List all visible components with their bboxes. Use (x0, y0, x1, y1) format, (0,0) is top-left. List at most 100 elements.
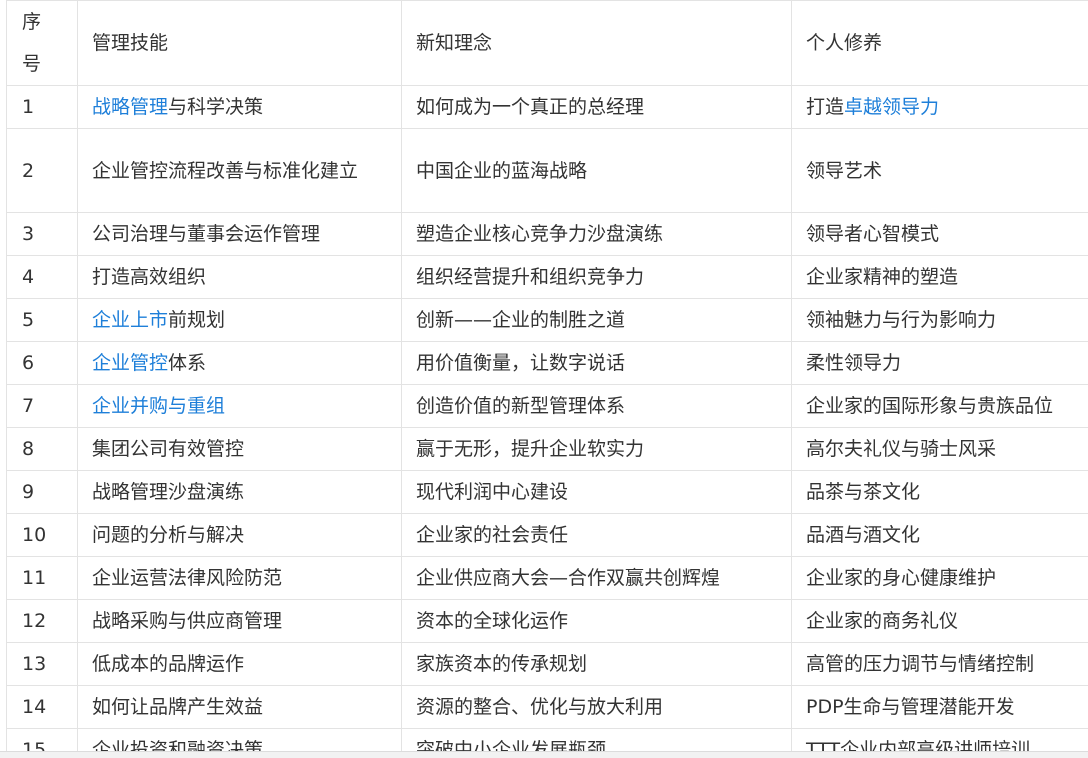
cell-text: 问题的分析与解决 (92, 524, 245, 546)
header-index-label: 序号 (22, 11, 42, 75)
row-index: 7 (6, 384, 78, 428)
table-row: 7 企业并购与重组 创造价值的新型管理体系 企业家的国际形象与贵族品位 (6, 384, 1088, 428)
keyword-link[interactable]: 卓越领导力 (844, 96, 939, 118)
management-skill-cell: 如何让品牌产生效益 (77, 685, 402, 729)
new-concept-cell: 用价值衡量，让数字说话 (401, 341, 792, 385)
row-index: 11 (6, 556, 78, 600)
cell-text: 品茶与茶文化 (806, 481, 921, 503)
management-skill-cell: 企业管控体系 (77, 341, 402, 385)
cell-text: 领导艺术 (806, 159, 883, 182)
cell-text: 打造 (806, 96, 845, 118)
cell-text: 体系 (168, 352, 207, 374)
cell-text: 领导者心智模式 (806, 223, 940, 245)
cell-text: 打造高效组织 (92, 266, 207, 288)
table-row: 10 问题的分析与解决 企业家的社会责任 品酒与酒文化 (6, 513, 1088, 557)
cell-text: 集团公司有效管控 (92, 438, 245, 460)
row-index: 2 (6, 128, 78, 213)
new-concept-cell: 企业家的社会责任 (401, 513, 792, 557)
row-index: 5 (6, 298, 78, 342)
management-skill-cell: 公司治理与董事会运作管理 (77, 212, 402, 256)
management-skill-cell: 战略管理沙盘演练 (77, 470, 402, 514)
management-skill-cell: 战略采购与供应商管理 (77, 599, 402, 643)
header-index: 序号 (6, 0, 78, 86)
row-index: 9 (6, 470, 78, 514)
keyword-link[interactable]: 企业上市 (92, 309, 168, 331)
new-concept-cell: 赢于无形，提升企业软实力 (401, 427, 792, 471)
scrollbar-strip (0, 751, 1088, 758)
row-index: 13 (6, 642, 78, 686)
page: 序号 管理技能 新知理念 个人修养 1 战略管理与科学决策 如何成为一个真正的总经理… (0, 0, 1088, 758)
personal-cultivation-cell: 品茶与茶文化 (791, 470, 1088, 514)
cell-text: 战略采购与供应商管理 (92, 610, 283, 632)
cell-text: 中国企业的蓝海战略 (416, 159, 588, 182)
keyword-link[interactable]: 企业并购与重组 (92, 395, 225, 417)
cell-text: 战略管理沙盘演练 (92, 481, 245, 503)
table-row: 13 低成本的品牌运作 家族资本的传承规划 高管的压力调节与情绪控制 (6, 642, 1088, 686)
new-concept-cell: 如何成为一个真正的总经理 (401, 85, 792, 129)
personal-cultivation-cell: 高管的压力调节与情绪控制 (791, 642, 1088, 686)
keyword-link[interactable]: 企业管控 (92, 352, 168, 374)
management-skill-cell: 打造高效组织 (77, 255, 402, 299)
table-row: 1 战略管理与科学决策 如何成为一个真正的总经理 打造卓越领导力 (6, 85, 1088, 129)
cell-text: 资源的整合、优化与放大利用 (416, 696, 664, 718)
row-index: 12 (6, 599, 78, 643)
management-skill-cell: 问题的分析与解决 (77, 513, 402, 557)
row-index: 1 (6, 85, 78, 129)
personal-cultivation-cell: 打造卓越领导力 (791, 85, 1088, 129)
cell-text: 企业供应商大会—合作双赢共创辉煌 (416, 567, 721, 589)
management-skill-cell: 集团公司有效管控 (77, 427, 402, 471)
table-row: 12 战略采购与供应商管理 资本的全球化运作 企业家的商务礼仪 (6, 599, 1088, 643)
table-row: 6 企业管控体系 用价值衡量，让数字说话 柔性领导力 (6, 341, 1088, 385)
personal-cultivation-cell: 高尔夫礼仪与骑士风采 (791, 427, 1088, 471)
row-index: 4 (6, 255, 78, 299)
header-new-concepts: 新知理念 (401, 0, 792, 86)
new-concept-cell: 塑造企业核心竞争力沙盘演练 (401, 212, 792, 256)
management-skill-cell: 企业并购与重组 (77, 384, 402, 428)
management-skill-cell: 企业运营法律风险防范 (77, 556, 402, 600)
cell-text: 低成本的品牌运作 (92, 653, 245, 675)
table-row: 2 企业管控流程改善与标准化建立 中国企业的蓝海战略 领导艺术 (6, 128, 1088, 213)
new-concept-cell: 企业供应商大会—合作双赢共创辉煌 (401, 556, 792, 600)
cell-text: 赢于无形，提升企业软实力 (416, 438, 645, 460)
new-concept-cell: 创新——企业的制胜之道 (401, 298, 792, 342)
cell-text: 品酒与酒文化 (806, 524, 921, 546)
cell-text: 领袖魅力与行为影响力 (806, 309, 997, 331)
row-index: 3 (6, 212, 78, 256)
header-management-skills: 管理技能 (77, 0, 402, 86)
cell-text: 企业家的社会责任 (416, 524, 569, 546)
new-concept-cell: 家族资本的传承规划 (401, 642, 792, 686)
cell-text: 企业家的商务礼仪 (806, 610, 959, 632)
keyword-link[interactable]: 战略管理 (92, 96, 168, 118)
management-skill-cell: 企业管控流程改善与标准化建立 (77, 128, 402, 213)
new-concept-cell: 创造价值的新型管理体系 (401, 384, 792, 428)
cell-text: 用价值衡量，让数字说话 (416, 352, 626, 374)
personal-cultivation-cell: 柔性领导力 (791, 341, 1088, 385)
personal-cultivation-cell: 企业家的国际形象与贵族品位 (791, 384, 1088, 428)
cell-text: 家族资本的传承规划 (416, 653, 588, 675)
cell-text: 如何让品牌产生效益 (92, 696, 264, 718)
cell-text: 柔性领导力 (806, 352, 902, 374)
cell-text: 前规划 (168, 309, 226, 331)
table-row: 14 如何让品牌产生效益 资源的整合、优化与放大利用 PDP生命与管理潜能开发 (6, 685, 1088, 729)
header-personal-cultivation: 个人修养 (791, 0, 1088, 86)
cell-text: 创造价值的新型管理体系 (416, 395, 626, 417)
management-skill-cell: 企业上市前规划 (77, 298, 402, 342)
management-skill-cell: 战略管理与科学决策 (77, 85, 402, 129)
table-body: 1 战略管理与科学决策 如何成为一个真正的总经理 打造卓越领导力 2 企业管控流程改善与标… (6, 85, 1088, 758)
management-skill-cell: 低成本的品牌运作 (77, 642, 402, 686)
cell-text: 企业管控流程改善与标准化建立 (92, 159, 359, 182)
cell-text: 高尔夫礼仪与骑士风采 (806, 438, 997, 460)
cell-text: 高管的压力调节与情绪控制 (806, 653, 1035, 675)
cell-text: 企业运营法律风险防范 (92, 567, 283, 589)
cell-text: 公司治理与董事会运作管理 (92, 223, 321, 245)
table-row: 8 集团公司有效管控 赢于无形，提升企业软实力 高尔夫礼仪与骑士风采 (6, 427, 1088, 471)
personal-cultivation-cell: 领袖魅力与行为影响力 (791, 298, 1088, 342)
cell-text: 企业家精神的塑造 (806, 266, 959, 288)
cell-text: 企业家的国际形象与贵族品位 (806, 395, 1054, 417)
table-row: 9 战略管理沙盘演练 现代利润中心建设 品茶与茶文化 (6, 470, 1088, 514)
cell-text: 与科学决策 (168, 96, 264, 118)
row-index: 10 (6, 513, 78, 557)
new-concept-cell: 资源的整合、优化与放大利用 (401, 685, 792, 729)
table-header-row: 序号 管理技能 新知理念 个人修养 (6, 0, 1088, 86)
row-index: 8 (6, 427, 78, 471)
